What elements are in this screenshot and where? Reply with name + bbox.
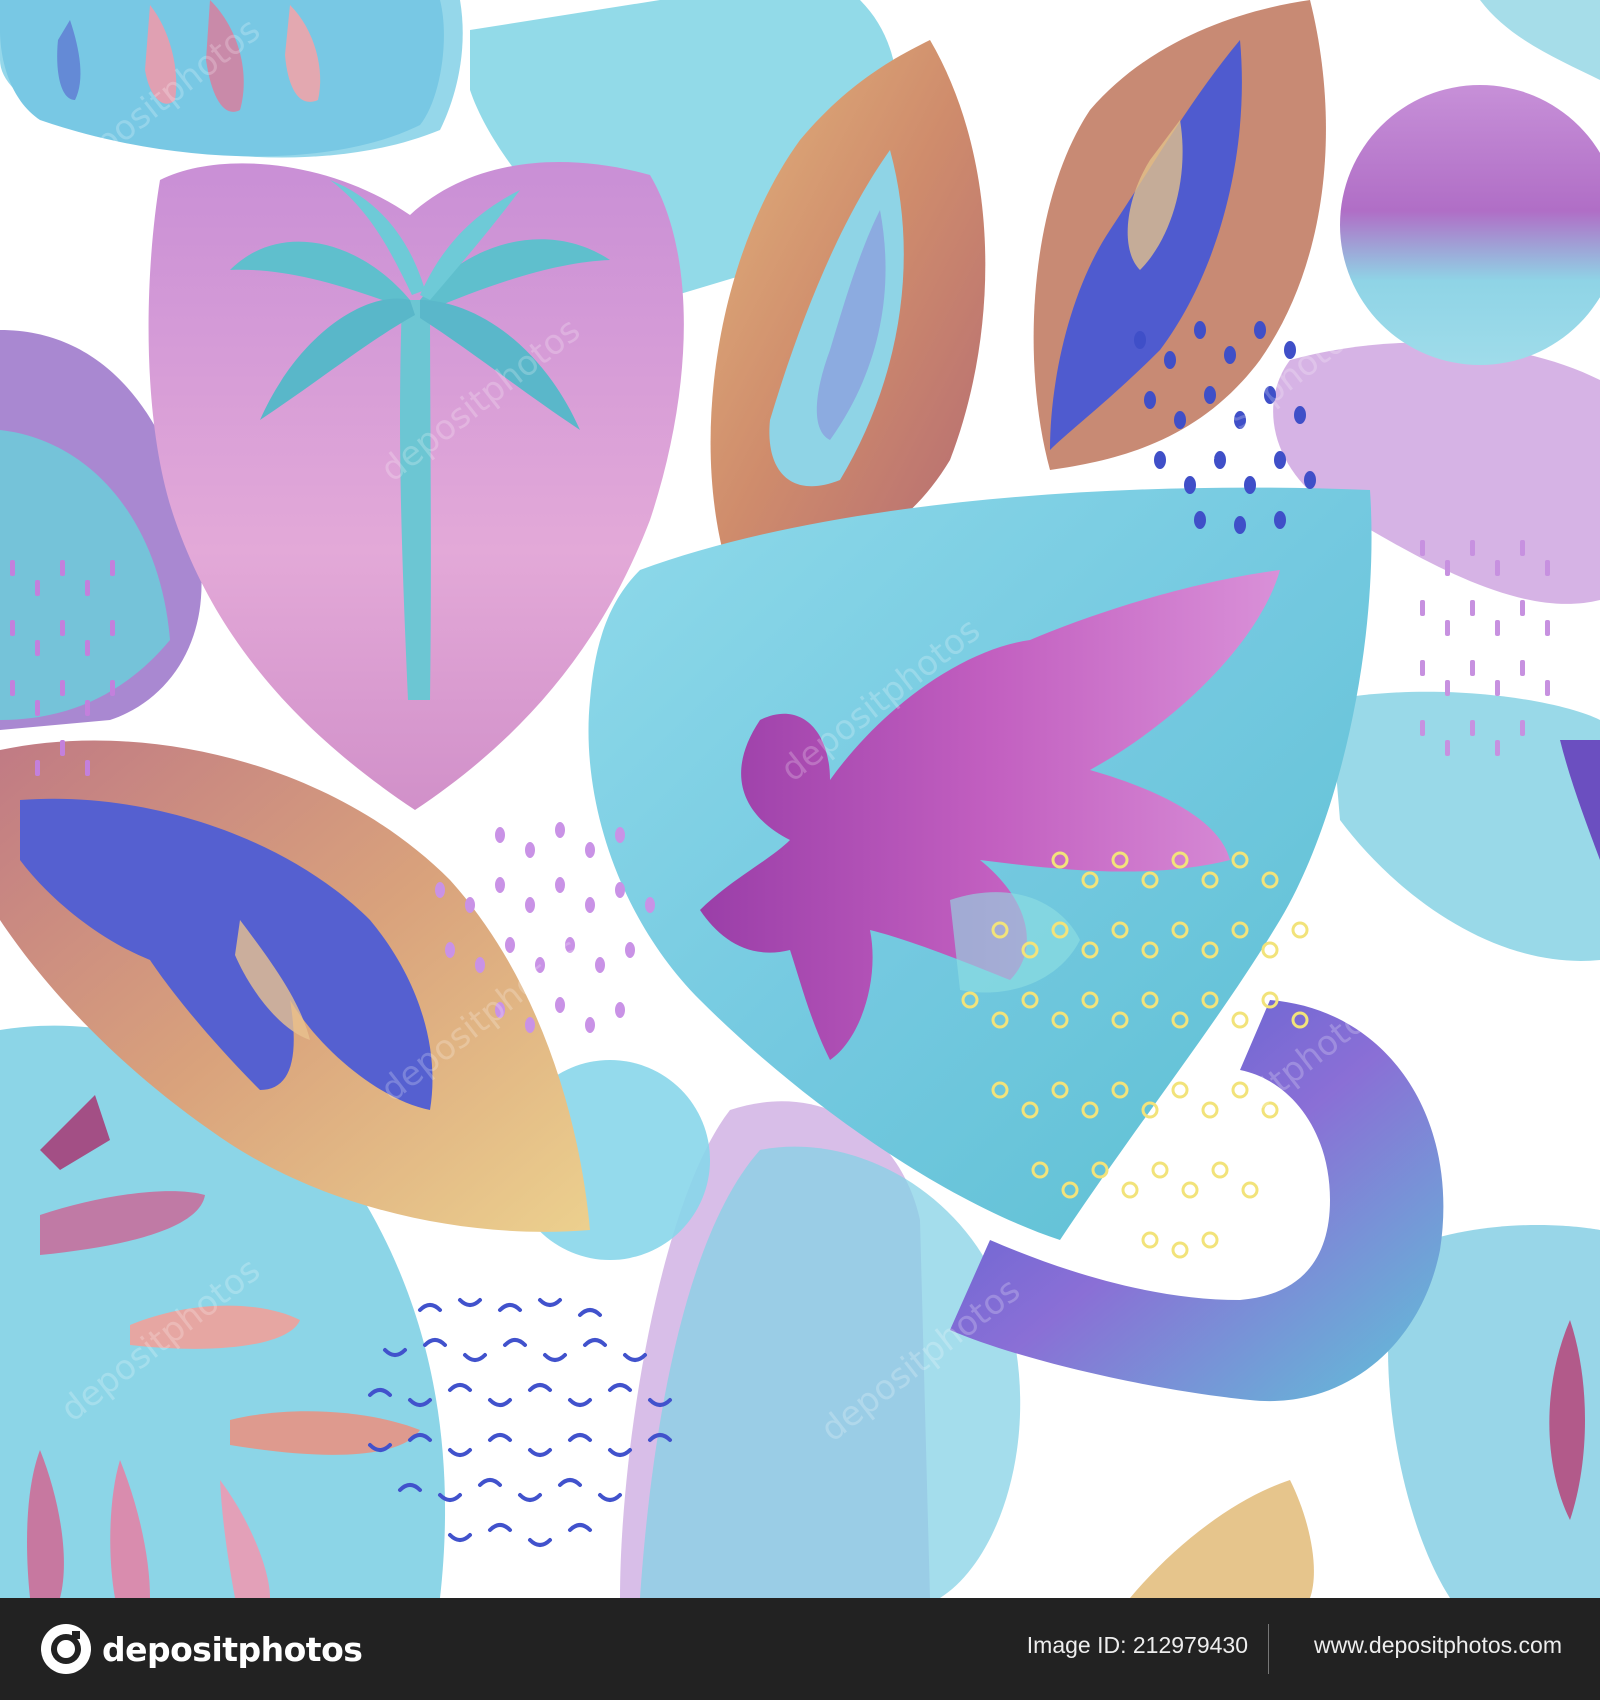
image-id-label: Image ID: 212979430 [1026,1632,1248,1658]
lilac-circle [1340,85,1600,365]
stock-footer-bar: depositphotos Image ID: 212979430 www.de… [0,1598,1600,1700]
camera-aperture-icon [41,1624,91,1674]
footer-divider [1268,1624,1269,1674]
brand-wordmark: depositphotos [102,1629,363,1669]
watercolor-artwork: depositphotos depositphotos depositphoto… [0,0,1600,1598]
tropical-pattern-illustration [0,0,1600,1598]
top-left-leaf [0,0,444,157]
site-url-link[interactable]: www.depositphotos.com [1314,1632,1562,1659]
big-turquoise-leaf [588,487,1372,1240]
depositphotos-logo[interactable]: depositphotos [40,1623,363,1675]
